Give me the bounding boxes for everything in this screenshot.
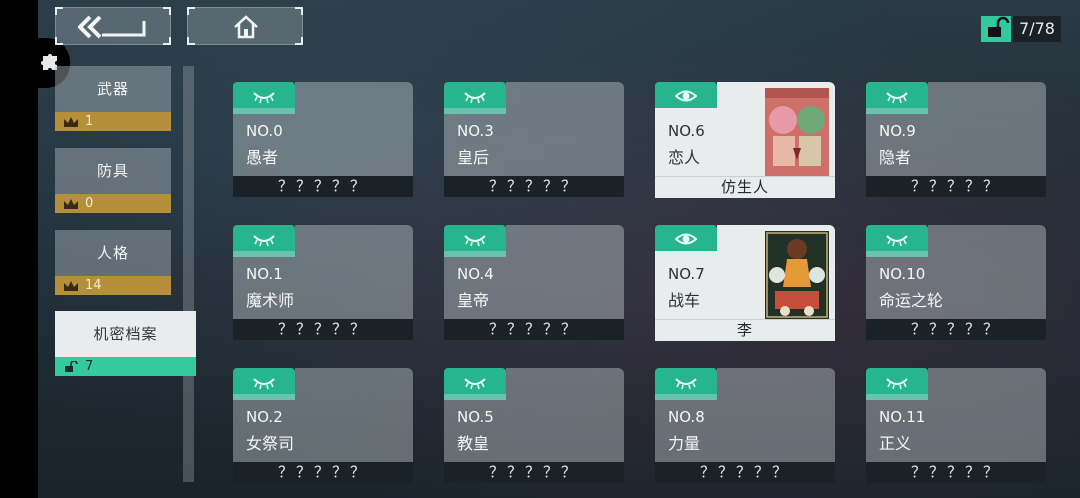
eye-closed-icon — [253, 92, 275, 104]
home-icon — [234, 15, 258, 39]
card-footer: 仿生人 — [655, 176, 835, 198]
crown-icon — [64, 116, 78, 127]
card-footer: ？？？？？ — [444, 462, 624, 483]
sidebar-item-armor[interactable]: 防具 0 — [55, 148, 171, 213]
tarot-card[interactable]: NO.3 皇后 ？？？？？ — [444, 82, 624, 197]
card-number: NO.6 — [668, 122, 705, 140]
card-footer: ？？？？？ — [233, 462, 413, 483]
tarot-card[interactable]: NO.1 魔术师 ？？？？？ — [233, 225, 413, 340]
card-top — [506, 368, 624, 394]
card-top — [928, 368, 1046, 394]
card-footer: ？？？？？ — [655, 462, 835, 483]
card-name: 魔术师 — [246, 291, 295, 310]
card-top — [506, 225, 624, 251]
collection-counter: 7/78 — [1013, 16, 1061, 42]
sidebar-item-label: 防具 — [55, 148, 171, 194]
card-number: NO.3 — [457, 122, 494, 140]
card-number: NO.10 — [879, 265, 926, 283]
card-top — [295, 225, 413, 251]
count-value: 7 — [85, 359, 94, 374]
eye-closed-icon — [253, 235, 275, 247]
card-footer: ？？？？？ — [233, 319, 413, 340]
card-name: 教皇 — [457, 434, 490, 453]
sidebar-scrollbar[interactable] — [183, 66, 194, 482]
eye-closed-icon — [886, 378, 908, 390]
eye-closed-icon — [464, 235, 486, 247]
card-footer: ？？？？？ — [444, 319, 624, 340]
sidebar-item-count: 0 — [55, 194, 171, 213]
eye-closed-icon — [464, 378, 486, 390]
card-top — [928, 225, 1046, 251]
tarot-card[interactable]: NO.11 正义 ？？？？？ — [866, 368, 1046, 483]
crown-icon — [64, 198, 78, 209]
count-value: 14 — [85, 278, 102, 293]
card-name: 力量 — [668, 434, 701, 453]
card-top — [928, 82, 1046, 108]
card-footer: 李 — [655, 319, 835, 341]
tarot-card[interactable]: NO.10 命运之轮 ？？？？？ — [866, 225, 1046, 340]
eye-open-icon — [675, 90, 697, 102]
card-name: 女祭司 — [246, 434, 295, 453]
double-chevron-left-icon — [78, 15, 146, 39]
eye-closed-icon — [253, 378, 275, 390]
count-value: 1 — [85, 114, 94, 129]
card-footer: ？？？？？ — [444, 176, 624, 197]
sidebar-item-personality[interactable]: 人格 14 — [55, 230, 171, 295]
eye-closed-icon — [886, 92, 908, 104]
tarot-card[interactable]: NO.7 战车李 — [655, 225, 835, 341]
tarot-card[interactable]: NO.4 皇帝 ？？？？？ — [444, 225, 624, 340]
tarot-card[interactable]: NO.9 隐者 ？？？？？ — [866, 82, 1046, 197]
card-footer: ？？？？？ — [233, 176, 413, 197]
back-button[interactable] — [55, 7, 171, 45]
sidebar-item-label: 人格 — [55, 230, 171, 276]
card-name: 愚者 — [246, 148, 279, 167]
card-name: 战车 — [668, 291, 701, 310]
card-footer: ？？？？？ — [866, 462, 1046, 483]
home-button[interactable] — [187, 7, 303, 45]
card-artwork — [765, 231, 829, 319]
tarot-card[interactable]: NO.5 教皇 ？？？？？ — [444, 368, 624, 483]
sidebar-item-count: 7 — [55, 357, 196, 376]
card-number: NO.4 — [457, 265, 494, 283]
sidebar-item-label: 机密档案 — [55, 311, 196, 357]
sidebar-item-count: 14 — [55, 276, 171, 295]
count-value: 0 — [85, 196, 94, 211]
card-name: 恋人 — [668, 148, 701, 167]
card-number: NO.1 — [246, 265, 283, 283]
unlock-icon — [981, 16, 1011, 42]
sidebar-item-classified-files[interactable]: 机密档案 7 — [55, 311, 196, 376]
card-number: NO.8 — [668, 408, 705, 426]
card-number: NO.0 — [246, 122, 283, 140]
card-number: NO.9 — [879, 122, 916, 140]
card-number: NO.7 — [668, 265, 705, 283]
sidebar-item-label: 武器 — [55, 66, 171, 112]
card-number: NO.5 — [457, 408, 494, 426]
tarot-card[interactable]: NO.8 力量 ？？？？？ — [655, 368, 835, 483]
eye-closed-icon — [886, 235, 908, 247]
tarot-card[interactable]: NO.2 女祭司 ？？？？？ — [233, 368, 413, 483]
card-top — [717, 368, 835, 394]
card-number: NO.2 — [246, 408, 283, 426]
card-footer: ？？？？？ — [866, 319, 1046, 340]
unlock-icon — [65, 360, 78, 372]
card-top — [295, 368, 413, 394]
sidebar-item-weapons[interactable]: 武器 1 — [55, 66, 171, 131]
card-number: NO.11 — [879, 408, 926, 426]
tarot-card[interactable]: NO.0 愚者 ？？？？？ — [233, 82, 413, 197]
card-name: 正义 — [879, 434, 912, 453]
eye-open-icon — [675, 233, 697, 245]
card-name: 皇后 — [457, 148, 490, 167]
card-footer: ？？？？？ — [866, 176, 1046, 197]
card-artwork — [765, 88, 829, 176]
sidebar-item-count: 1 — [55, 112, 171, 131]
crown-icon — [64, 280, 78, 291]
card-top — [295, 82, 413, 108]
card-name: 皇帝 — [457, 291, 490, 310]
card-name: 命运之轮 — [879, 291, 944, 310]
card-name: 隐者 — [879, 148, 912, 167]
eye-closed-icon — [675, 378, 697, 390]
tarot-card[interactable]: NO.6 恋人仿生人 — [655, 82, 835, 198]
eye-closed-icon — [464, 92, 486, 104]
card-top — [506, 82, 624, 108]
